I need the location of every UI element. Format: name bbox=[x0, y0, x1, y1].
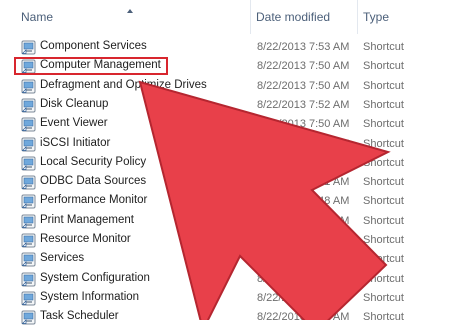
red-pointer-arrow-icon bbox=[138, 80, 391, 320]
file-explorer-list: Name Date modified Type Component Servic… bbox=[0, 0, 460, 325]
